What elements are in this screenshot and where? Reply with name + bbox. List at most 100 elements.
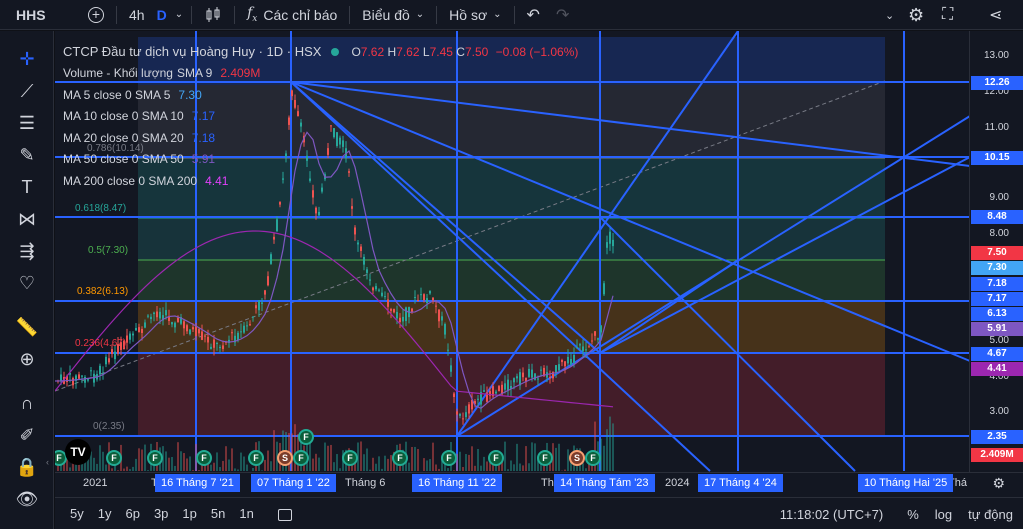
prediction-icon[interactable]: ⇶ bbox=[13, 237, 41, 265]
series-title[interactable]: CTCP Đầu tư dịch vụ Hoàng Huy · 1D · HSX bbox=[63, 44, 321, 59]
financials-badge[interactable]: F bbox=[147, 450, 163, 466]
chart-layout-button[interactable]: Biểu đồ ⌄ bbox=[354, 0, 432, 30]
volume-bar bbox=[165, 451, 167, 471]
compare-add-button[interactable]: + bbox=[80, 0, 112, 30]
fx-icon: fx bbox=[247, 5, 258, 24]
split-badge[interactable]: S bbox=[569, 450, 585, 466]
candles-chart-type-button[interactable] bbox=[196, 0, 230, 30]
volume-bar bbox=[471, 446, 473, 471]
volume-bar bbox=[477, 448, 479, 471]
time-axis[interactable]: 2021 T Tháng 6 Th 2024 Thá 16 Tháng 7 '2… bbox=[55, 472, 1023, 494]
volume-bar bbox=[180, 451, 182, 471]
interval-4h-button[interactable]: 4h bbox=[121, 0, 153, 30]
share-button[interactable]: ⋖ bbox=[989, 0, 1002, 30]
legend-ma10-row[interactable]: MA 10 close 0 SMA 10 7.17 bbox=[63, 106, 578, 128]
magnet-icon[interactable]: ∩ bbox=[13, 389, 41, 417]
settings-button[interactable]: ⚙ bbox=[908, 0, 924, 30]
range-5y-button[interactable]: 5y bbox=[63, 506, 91, 521]
text-icon[interactable]: T bbox=[13, 173, 41, 201]
volume-bar bbox=[147, 470, 149, 471]
time-marker-box: 10 Tháng Hai '25 bbox=[858, 474, 954, 492]
candle-body bbox=[210, 346, 212, 349]
volume-bar bbox=[132, 466, 134, 471]
redo-button[interactable]: ↷ bbox=[548, 0, 577, 30]
time-marker-box: 07 Tháng 1 '22 bbox=[251, 474, 336, 492]
candle-body bbox=[549, 376, 551, 378]
range-1m-button[interactable]: 1p bbox=[175, 506, 203, 521]
volume-bar bbox=[123, 468, 125, 471]
profile-button[interactable]: Hồ sơ ⌄ bbox=[441, 0, 509, 30]
financials-badge[interactable]: F bbox=[441, 450, 457, 466]
range-1y-button[interactable]: 1y bbox=[91, 506, 119, 521]
financials-badge[interactable]: F bbox=[537, 450, 553, 466]
symbol-search[interactable]: HHS bbox=[0, 0, 80, 30]
trendline-icon[interactable]: ⟋ bbox=[13, 77, 41, 105]
financials-badge[interactable]: F bbox=[392, 450, 408, 466]
candle-body bbox=[261, 302, 263, 304]
range-6m-button[interactable]: 6p bbox=[118, 506, 146, 521]
price-tag: 6.13 bbox=[971, 307, 1023, 321]
eye-icon[interactable]: 👁 bbox=[13, 485, 41, 513]
volume-bar bbox=[429, 459, 431, 471]
candle-body bbox=[189, 329, 191, 335]
financials-badge[interactable]: F bbox=[298, 429, 314, 445]
volume-bar bbox=[555, 447, 557, 471]
chevron-down-icon[interactable]: ⌄ bbox=[885, 0, 894, 30]
divider bbox=[436, 5, 438, 24]
ma200-name: MA 200 close 0 SMA 200 bbox=[63, 173, 198, 188]
financials-badge[interactable]: F bbox=[488, 450, 504, 466]
price-axis[interactable]: 13.00 12.00 11.00 9.00 8.00 5.00 4.00 3.… bbox=[969, 31, 1023, 472]
lock-drawing-icon[interactable]: ✐ bbox=[13, 421, 41, 449]
volume-bar bbox=[228, 459, 230, 471]
financials-badge[interactable]: F bbox=[342, 450, 358, 466]
financials-badge[interactable]: F bbox=[196, 450, 212, 466]
chart-pane[interactable]: CTCP Đầu tư dịch vụ Hoàng Huy · 1D · HSX… bbox=[55, 31, 1023, 498]
ma10-name: MA 10 close 0 SMA 10 bbox=[63, 109, 184, 124]
brush-icon[interactable]: ✎ bbox=[13, 141, 41, 169]
candle-body bbox=[576, 346, 578, 348]
volume-bar bbox=[513, 464, 515, 471]
fullscreen-button[interactable]: ⛶ bbox=[942, 0, 953, 30]
undo-button[interactable]: ↶ bbox=[519, 0, 548, 30]
interval-dropdown-chevron-icon[interactable]: ⌄ bbox=[171, 0, 187, 30]
candle-body bbox=[207, 336, 209, 343]
chart-legend: CTCP Đầu tư dịch vụ Hoàng Huy · 1D · HSX… bbox=[63, 41, 578, 192]
collapse-chevron-icon[interactable]: ‹ bbox=[46, 457, 54, 477]
gear-icon[interactable]: ⚙ bbox=[992, 475, 1005, 492]
financials-badge[interactable]: F bbox=[585, 450, 601, 466]
legend-ma5-row[interactable]: MA 5 close 0 SMA 5 7.30 bbox=[63, 84, 578, 106]
range-3m-button[interactable]: 3p bbox=[147, 506, 175, 521]
ma50-name: MA 50 close 0 SMA 50 bbox=[63, 152, 184, 167]
tradingview-logo[interactable]: TV bbox=[65, 439, 91, 465]
lock-icon[interactable]: 🔒 bbox=[13, 453, 41, 481]
ruler-icon[interactable]: 📏 bbox=[13, 313, 41, 341]
clock-time[interactable]: 11:18:02 (UTC+7) bbox=[780, 507, 883, 522]
volume-bar bbox=[225, 446, 227, 471]
financials-badge[interactable]: F bbox=[248, 450, 264, 466]
split-badge[interactable]: S bbox=[277, 450, 293, 466]
financials-badge[interactable]: F bbox=[293, 450, 309, 466]
interval-d-button[interactable]: D bbox=[153, 0, 171, 30]
volume-bar bbox=[246, 464, 248, 471]
range-1d-button[interactable]: 1n bbox=[232, 506, 260, 521]
pattern-icon[interactable]: ⋈ bbox=[13, 205, 41, 233]
candle-body bbox=[423, 294, 425, 301]
volume-bar bbox=[174, 465, 176, 471]
zoom-in-icon[interactable]: ⊕ bbox=[13, 345, 41, 373]
heart-icon[interactable]: ♡ bbox=[13, 269, 41, 297]
auto-scale-toggle[interactable]: tự động bbox=[968, 507, 1013, 522]
legend-volume-row[interactable]: Volume - Khối lượng SMA 9 2.409M bbox=[63, 63, 578, 85]
financials-badge[interactable]: F bbox=[106, 450, 122, 466]
volume-bar bbox=[315, 453, 317, 471]
range-5d-button[interactable]: 5n bbox=[204, 506, 232, 521]
candle-body bbox=[351, 206, 353, 209]
legend-ma200-row[interactable]: MA 200 close 0 SMA 200 4.41 bbox=[63, 170, 578, 192]
share-icon: ⋖ bbox=[989, 7, 1003, 24]
indicators-button[interactable]: fx Các chỉ báo bbox=[239, 0, 345, 30]
crosshair-icon[interactable]: ✛ bbox=[13, 45, 41, 73]
horizontal-lines-icon[interactable]: ☰ bbox=[13, 109, 41, 137]
log-toggle[interactable]: log bbox=[935, 507, 952, 522]
percent-toggle[interactable]: % bbox=[907, 507, 919, 522]
time-tick: Th bbox=[541, 477, 554, 489]
goto-date-button[interactable] bbox=[271, 506, 299, 521]
